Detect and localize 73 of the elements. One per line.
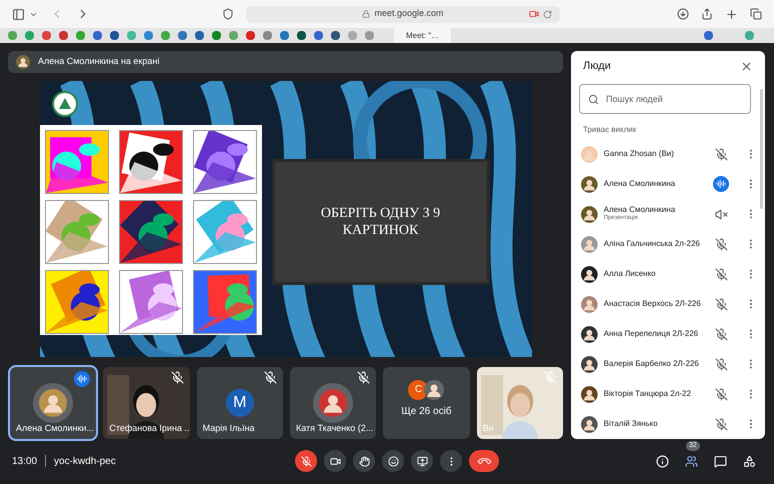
participant-name: Вікторія Танцюра 2л-22 bbox=[604, 389, 692, 399]
mic-off-icon bbox=[300, 456, 312, 466]
info-icon[interactable] bbox=[656, 454, 669, 468]
avatar-icon bbox=[581, 356, 598, 372]
new-tab-icon[interactable] bbox=[725, 8, 738, 20]
avatar-icon bbox=[581, 266, 598, 282]
more-people-label: Ще 26 осіб bbox=[401, 404, 452, 418]
people-icon[interactable] bbox=[685, 454, 698, 468]
close-button[interactable] bbox=[740, 60, 753, 73]
avatar-icon bbox=[424, 380, 444, 400]
avatar-icon bbox=[581, 176, 598, 192]
download-icon[interactable] bbox=[677, 8, 689, 20]
avatar-icon bbox=[581, 146, 598, 162]
participant-name: Валерія Барбелко 2Л-226 bbox=[604, 359, 700, 369]
avatar-icon bbox=[581, 296, 598, 312]
camera-icon bbox=[330, 456, 340, 466]
address-field[interactable]: meet.google.com bbox=[246, 6, 560, 22]
participant-name: Марія Ільїна bbox=[202, 422, 255, 435]
avatar-icon bbox=[581, 236, 598, 252]
participant-tile[interactable]: M Марія Ільїна bbox=[196, 367, 283, 439]
participant-name: Ви bbox=[482, 422, 494, 434]
participant-name: Алена Смолинкина bbox=[604, 205, 676, 214]
search-field[interactable]: Пошук людей bbox=[579, 84, 751, 114]
participant-tile[interactable]: Катя Ткаченко (2... bbox=[290, 367, 376, 439]
chat-icon[interactable] bbox=[714, 454, 727, 468]
participant-name: Алена Смолинкина bbox=[604, 179, 676, 189]
participant-name: Анастасія Верхось 2Л-226 bbox=[604, 299, 702, 309]
avatar-icon bbox=[581, 206, 598, 222]
leave-call-button[interactable] bbox=[469, 450, 499, 472]
raise-hand-button[interactable] bbox=[353, 450, 375, 472]
search-icon bbox=[588, 94, 599, 105]
meeting-time: 13:00 bbox=[12, 454, 38, 468]
participant-name: Ganna Zhosan (Ви) bbox=[604, 149, 675, 159]
avatar-icon bbox=[581, 326, 598, 342]
participant-name: Аліна Гальчинська 2л-226 bbox=[604, 239, 701, 249]
participant-tile[interactable]: C Ще 26 осіб bbox=[383, 367, 470, 439]
avatar-letter: M bbox=[226, 389, 254, 417]
avatar-icon bbox=[16, 55, 30, 69]
more-options-button[interactable] bbox=[440, 450, 462, 472]
emoji-button[interactable] bbox=[382, 450, 404, 472]
avatar-icon bbox=[39, 389, 68, 417]
section-label: Триває виклик bbox=[583, 124, 638, 136]
activities-icon[interactable] bbox=[743, 454, 756, 468]
banner-text: Алена Смолинкина на екрані bbox=[38, 55, 160, 68]
participant-tile[interactable]: Алена Смолинки... bbox=[10, 367, 96, 439]
bookmark-icon[interactable] bbox=[704, 31, 713, 40]
share-icon[interactable] bbox=[701, 8, 713, 20]
tabs-overview-icon[interactable] bbox=[750, 8, 762, 20]
participant-name: Стефанова Ірина ... bbox=[109, 422, 190, 435]
lock-icon bbox=[362, 10, 370, 18]
reload-icon[interactable] bbox=[543, 10, 552, 18]
avatar-icon bbox=[581, 416, 598, 432]
camera-button[interactable] bbox=[324, 450, 346, 472]
smile-icon bbox=[388, 456, 398, 466]
sidebar-icon[interactable] bbox=[12, 8, 25, 20]
microphone-button[interactable] bbox=[295, 450, 317, 472]
shield-icon[interactable] bbox=[222, 8, 234, 20]
meeting-code: yoc-kwdh-pec bbox=[54, 454, 116, 468]
panel-title: Люди bbox=[583, 59, 611, 74]
avatar-letter: C bbox=[408, 380, 428, 400]
present-screen-button[interactable] bbox=[411, 450, 433, 472]
participant-name: Катя Ткаченко (2... bbox=[296, 422, 374, 435]
participant-name: Алена Смолинки... bbox=[16, 422, 94, 434]
avatar-icon bbox=[581, 386, 598, 402]
participant-name: Алла Лисенко bbox=[604, 269, 657, 279]
present-icon bbox=[416, 456, 428, 466]
browser-tab[interactable]: Meet: "… bbox=[394, 28, 452, 43]
participant-name: Анна Перепелиця 2Л-226 bbox=[604, 329, 700, 339]
participant-name: Віталій Зянько bbox=[604, 419, 659, 429]
hand-icon bbox=[358, 456, 370, 466]
participant-tile[interactable]: Стефанова Ірина ... bbox=[103, 367, 190, 439]
url-text: meet.google.com bbox=[374, 7, 444, 20]
avatar-icon bbox=[319, 389, 348, 417]
